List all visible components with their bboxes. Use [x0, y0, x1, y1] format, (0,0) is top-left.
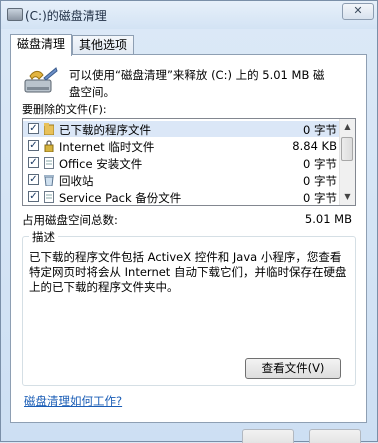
file-row-downloaded-programs[interactable]: ✓ 已下载的程序文件 0 字节 — [23, 121, 341, 137]
file-name: Office 安装文件 — [59, 157, 143, 171]
file-row-office-setup[interactable]: ✓ Office 安装文件 0 字节 — [23, 155, 341, 171]
total-space-label: 占用磁盘空间总数: — [22, 213, 118, 227]
scroll-up-button[interactable]: ▲ — [341, 120, 354, 134]
file-name: 已下载的程序文件 — [59, 123, 151, 137]
files-to-delete-label: 要删除的文件(F): — [22, 103, 107, 116]
file-list-scrollbar[interactable]: ▲ ▼ — [339, 119, 355, 205]
ok-button[interactable] — [242, 429, 294, 443]
tab-disk-cleanup[interactable]: 磁盘清理 — [10, 34, 72, 56]
disk-cleanup-window: (C:)的磁盘清理 ✕ 磁盘清理 其他选项 可以使用“磁盘清理”来释放 (C:)… — [0, 0, 378, 443]
file-size: 8.84 KB — [292, 139, 337, 153]
file-size: 0 字节 — [303, 157, 337, 171]
document-icon — [44, 191, 54, 203]
file-checkbox[interactable]: ✓ — [28, 191, 39, 202]
file-name: 回收站 — [59, 174, 94, 188]
folder-icon — [44, 123, 54, 135]
file-list[interactable]: ✓ 已下载的程序文件 0 字节 ✓ Internet 临时文件 8.84 KB … — [22, 118, 356, 206]
description-title: 描述 — [29, 229, 58, 245]
file-checkbox[interactable]: ✓ — [28, 140, 39, 151]
description-text: 已下载的程序文件包括 ActiveX 控件和 Java 小程序，您查看特定网页时… — [29, 250, 347, 294]
disk-cleanup-app-icon — [7, 8, 23, 21]
tab-panel: 可以使用“磁盘清理”来释放 (C:) 上的 5.01 MB 磁 盘空间。 要删除… — [10, 54, 367, 423]
file-size: 0 字节 — [303, 191, 337, 205]
intro-text: 可以使用“磁盘清理”来释放 (C:) 上的 5.01 MB 磁 盘空间。 — [69, 68, 325, 99]
view-files-button[interactable]: 查看文件(V) — [245, 358, 341, 379]
file-size: 0 字节 — [303, 174, 337, 188]
file-checkbox[interactable]: ✓ — [28, 174, 39, 185]
tab-more-options[interactable]: 其他选项 — [72, 35, 134, 55]
document-icon — [44, 157, 54, 169]
drive-cleanup-icon — [24, 67, 58, 93]
description-group: 描述 已下载的程序文件包括 ActiveX 控件和 Java 小程序，您查看特定… — [22, 229, 356, 386]
lock-icon — [44, 140, 54, 152]
file-checkbox[interactable]: ✓ — [28, 157, 39, 168]
file-row-recycle-bin[interactable]: ✓ 回收站 0 字节 — [23, 172, 341, 188]
scroll-down-button[interactable]: ▼ — [341, 190, 354, 204]
total-space-value: 5.01 MB — [304, 212, 352, 226]
file-row-internet-temp[interactable]: ✓ Internet 临时文件 8.84 KB — [23, 138, 341, 154]
close-button[interactable]: ✕ — [342, 3, 374, 20]
help-link[interactable]: 磁盘清理如何工作? — [24, 393, 122, 409]
window-title: (C:)的磁盘清理 — [25, 9, 107, 23]
file-name: Service Pack 备份文件 — [59, 191, 182, 205]
title-bar[interactable]: (C:)的磁盘清理 ✕ — [1, 1, 377, 29]
cancel-button[interactable] — [309, 429, 361, 443]
recycle-bin-icon — [44, 175, 54, 186]
file-name: Internet 临时文件 — [59, 140, 155, 154]
file-row-service-pack-backup[interactable]: ✓ Service Pack 备份文件 0 字节 — [23, 189, 341, 205]
file-size: 0 字节 — [303, 123, 337, 137]
file-checkbox[interactable]: ✓ — [28, 123, 39, 134]
scroll-thumb[interactable] — [341, 137, 353, 161]
